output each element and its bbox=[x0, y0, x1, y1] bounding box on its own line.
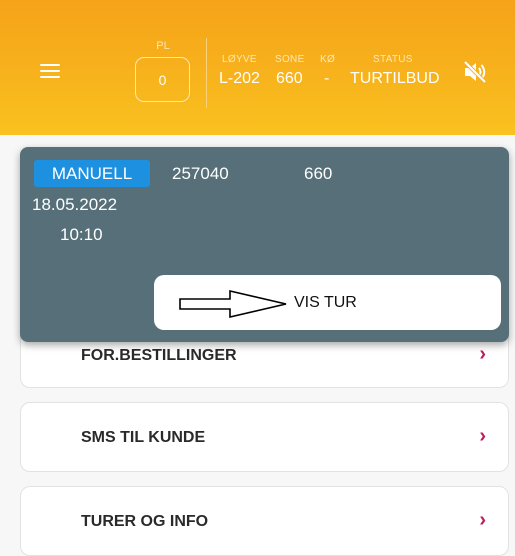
status-label: STATUS bbox=[373, 54, 413, 65]
ko-label: KØ bbox=[320, 54, 336, 65]
chevron-right-icon: › bbox=[479, 509, 486, 531]
loyve-label: LØYVE bbox=[222, 54, 257, 65]
pl-value: 0 bbox=[158, 71, 167, 88]
trip-type-badge: MANUELL bbox=[34, 160, 150, 187]
volume-muted-icon[interactable] bbox=[462, 60, 488, 84]
menu-item-sms-til-kunde[interactable]: SMS TIL KUNDE › bbox=[20, 402, 509, 472]
chevron-right-icon: › bbox=[479, 425, 486, 447]
trip-date: 18.05.2022 bbox=[32, 195, 118, 214]
vis-tur-label: VIS TUR bbox=[294, 294, 357, 311]
trip-offer-panel[interactable]: MANUELL 257040 660 18.05.2022 10:10 VIS … bbox=[20, 147, 509, 342]
trip-time: 10:10 bbox=[60, 225, 103, 244]
status-value: TURTILBUD bbox=[350, 70, 440, 87]
menu-item-label: SMS TIL KUNDE bbox=[81, 429, 206, 446]
pl-counter[interactable]: 0 bbox=[135, 57, 190, 102]
pl-label: PL bbox=[156, 40, 170, 52]
vis-tur-button[interactable]: VIS TUR bbox=[154, 275, 501, 330]
sone-label: SONE bbox=[275, 54, 305, 65]
trip-type-label: MANUELL bbox=[51, 163, 133, 183]
menu-item-label: TURER OG INFO bbox=[81, 513, 209, 530]
ko-value: - bbox=[324, 70, 330, 87]
sone-value: 660 bbox=[276, 70, 303, 87]
header-divider bbox=[206, 38, 207, 108]
chevron-right-icon: › bbox=[479, 343, 486, 365]
trip-zone: 660 bbox=[304, 164, 333, 183]
status-header: PL 0 LØYVE L-202 SONE 660 KØ - STATUS TU… bbox=[0, 0, 515, 135]
trip-id: 257040 bbox=[172, 164, 229, 183]
hamburger-menu-icon[interactable] bbox=[40, 64, 60, 80]
menu-item-label: FOR.BESTILLINGER bbox=[81, 347, 237, 364]
loyve-value: L-202 bbox=[219, 70, 260, 87]
arrow-right-icon bbox=[179, 289, 287, 319]
menu-item-turer-og-info[interactable]: TURER OG INFO › bbox=[20, 486, 509, 556]
